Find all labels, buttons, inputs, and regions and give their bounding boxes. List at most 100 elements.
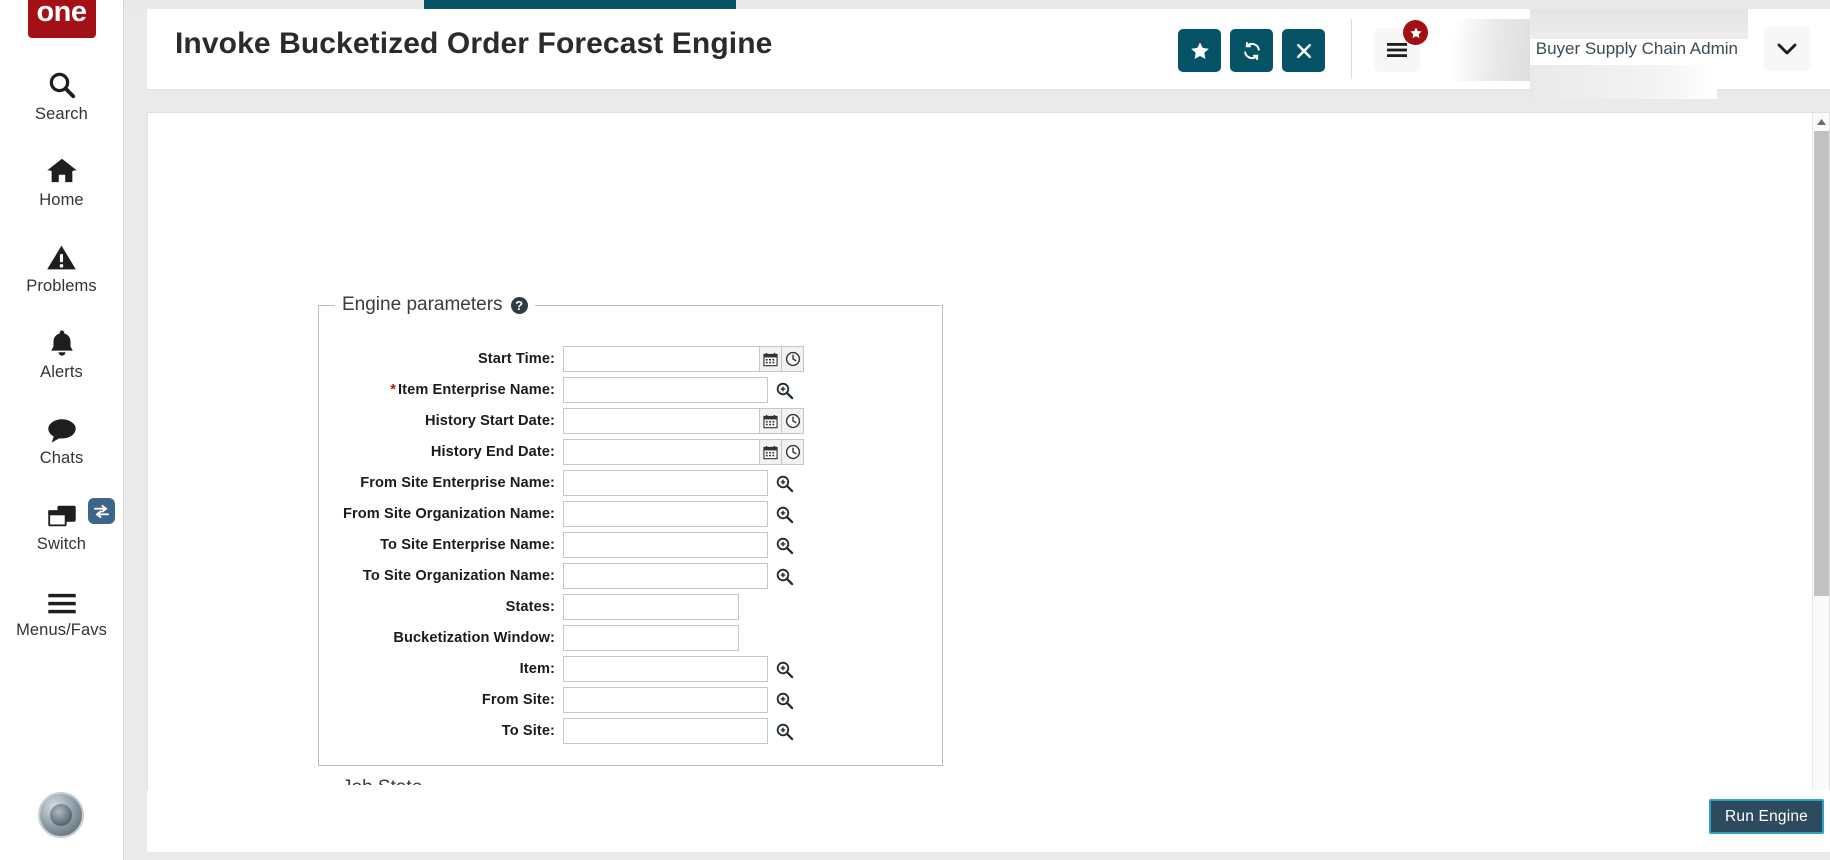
clock-icon[interactable] — [782, 439, 804, 465]
field-label: History End Date: — [430, 444, 555, 460]
calendar-icon[interactable] — [760, 408, 782, 434]
redacted-region-top — [1530, 9, 1748, 39]
calendar-icon[interactable] — [760, 439, 782, 465]
from-site-organization-name-input[interactable] — [563, 501, 768, 527]
history-end-date-input[interactable] — [563, 439, 760, 465]
job-state-legend: Job State — [335, 777, 429, 785]
user-avatar[interactable] — [38, 792, 84, 838]
legend-text: Engine parameters — [342, 294, 503, 315]
sidebar-item-alerts[interactable]: Alerts — [0, 324, 123, 382]
scroll-up-button[interactable] — [1813, 113, 1829, 130]
from-site-enterprise-name-input[interactable] — [563, 470, 768, 496]
sidebar-item-menus-favs[interactable]: Menus/Favs — [0, 582, 123, 640]
search-icon — [47, 66, 77, 100]
header-menu-button[interactable] — [1374, 20, 1428, 72]
user-name-label: Buyer Supply Chain Admin — [1535, 39, 1738, 58]
required-asterisk: * — [390, 382, 396, 398]
field-label: From Site: — [481, 692, 555, 708]
field-label: To Site Enterprise Name: — [380, 537, 555, 553]
tab-strip — [124, 0, 1830, 9]
caret-up-icon — [1817, 118, 1826, 125]
magnifier-plus-icon[interactable] — [772, 563, 796, 589]
field-row-bucketization-window: Bucketization Window: — [319, 625, 739, 651]
field-row-start-time: Start Time: — [319, 346, 804, 372]
question-mark-icon[interactable]: ? — [510, 296, 528, 314]
field-row-to-site-organization-name: To Site Organization Name: — [319, 563, 796, 589]
calendar-icon[interactable] — [760, 346, 782, 372]
windows-stack-icon — [46, 496, 78, 530]
field-label: From Site Enterprise Name: — [360, 475, 555, 491]
scrollbar-thumb[interactable] — [1814, 131, 1829, 596]
magnifier-plus-icon[interactable] — [772, 656, 796, 682]
magnifier-plus-icon[interactable] — [772, 470, 796, 496]
sidebar-item-home[interactable]: Home — [0, 152, 123, 210]
history-start-date-input[interactable] — [563, 408, 760, 434]
field-row-from-site: From Site: — [319, 687, 796, 713]
header-divider — [1351, 19, 1352, 79]
sidebar-item-label: Alerts — [40, 363, 83, 381]
start-time-input[interactable] — [563, 346, 760, 372]
left-sidebar: one Search Home Problems Alerts Chats Sw… — [0, 0, 124, 860]
sidebar-item-label: Menus/Favs — [16, 621, 107, 639]
engine-parameters-legend: Engine parameters ? — [335, 294, 535, 316]
redacted-region-bottom — [1530, 65, 1717, 99]
field-label: Start Time: — [477, 351, 555, 367]
sidebar-item-search[interactable]: Search — [0, 66, 123, 124]
field-row-states: States: — [319, 594, 739, 620]
hamburger-icon — [1387, 43, 1407, 57]
field-label: Bucketization Window: — [393, 630, 555, 646]
content-card: Engine parameters ? Start Time: * Item E… — [147, 112, 1830, 852]
clock-icon[interactable] — [782, 408, 804, 434]
field-row-history-end-date: History End Date: — [319, 439, 804, 465]
from-site-input[interactable] — [563, 687, 768, 713]
sidebar-item-problems[interactable]: Problems — [0, 238, 123, 296]
favorites-count-badge — [1403, 20, 1428, 45]
field-row-item-enterprise-name: * Item Enterprise Name: — [319, 377, 796, 403]
magnifier-plus-icon[interactable] — [772, 687, 796, 713]
home-icon — [46, 152, 78, 186]
sidebar-item-switch[interactable]: Switch — [0, 496, 123, 554]
legend-text: Job State — [342, 777, 422, 785]
refresh-button[interactable] — [1230, 29, 1273, 72]
header-actions — [1178, 29, 1325, 72]
sidebar-item-label: Problems — [26, 277, 97, 295]
app-logo[interactable]: one — [27, 0, 96, 38]
field-label: * Item Enterprise Name: — [390, 382, 555, 398]
field-row-to-site-enterprise-name: To Site Enterprise Name: — [319, 532, 796, 558]
magnifier-plus-icon[interactable] — [772, 377, 796, 403]
form-scroll-area: Engine parameters ? Start Time: * Item E… — [148, 113, 1815, 785]
engine-parameters-panel: Engine parameters ? Start Time: * Item E… — [318, 294, 943, 766]
sidebar-item-chats[interactable]: Chats — [0, 410, 123, 468]
magnifier-plus-icon[interactable] — [772, 718, 796, 744]
field-row-item: Item: — [319, 656, 796, 682]
vertical-scrollbar[interactable] — [1812, 113, 1829, 851]
sidebar-item-label: Home — [39, 191, 84, 209]
main-area: Invoke Bucketized Order Forecast Engine — [124, 0, 1830, 860]
item-enterprise-name-input[interactable] — [563, 377, 768, 403]
favorite-button[interactable] — [1178, 29, 1221, 72]
magnifier-plus-icon[interactable] — [772, 532, 796, 558]
field-row-from-site-organization-name: From Site Organization Name: — [319, 501, 796, 527]
field-label: To Site Organization Name: — [362, 568, 555, 584]
footer-bar: Run Engine — [147, 790, 1830, 852]
bell-icon — [48, 324, 76, 358]
states-input[interactable] — [563, 594, 739, 620]
clock-icon[interactable] — [782, 346, 804, 372]
to-site-enterprise-name-input[interactable] — [563, 532, 768, 558]
close-button[interactable] — [1282, 29, 1325, 72]
run-engine-button[interactable]: Run Engine — [1708, 799, 1824, 834]
magnifier-plus-icon[interactable] — [772, 501, 796, 527]
switch-arrows-icon[interactable] — [88, 498, 115, 524]
to-site-input[interactable] — [563, 718, 768, 744]
warning-triangle-icon — [46, 238, 77, 272]
page-title: Invoke Bucketized Order Forecast Engine — [175, 27, 773, 60]
item-input[interactable] — [563, 656, 768, 682]
field-label: To Site: — [501, 723, 555, 739]
app-root: one Search Home Problems Alerts Chats Sw… — [0, 0, 1830, 860]
bucketization-window-input[interactable] — [563, 625, 739, 651]
user-menu-button[interactable] — [1764, 27, 1810, 71]
tab-active-indicator[interactable] — [424, 0, 736, 9]
field-label: From Site Organization Name: — [342, 506, 555, 522]
to-site-organization-name-input[interactable] — [563, 563, 768, 589]
field-row-history-start-date: History Start Date: — [319, 408, 804, 434]
